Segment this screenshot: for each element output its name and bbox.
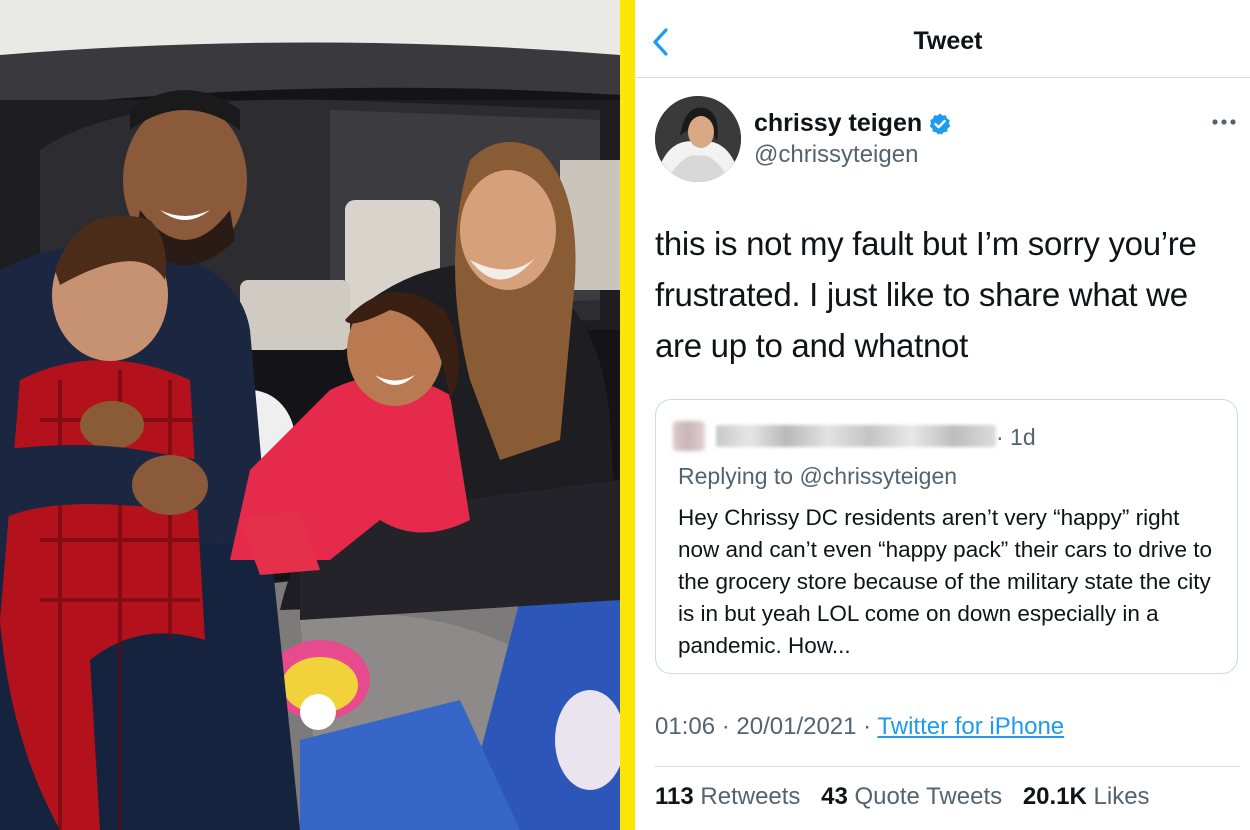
quote-tweets-label: Quote Tweets [854, 783, 1003, 810]
retweets-stat[interactable]: 113 Retweets [655, 783, 800, 810]
retweets-label: Retweets [700, 783, 801, 810]
likes-count: 20.1K [1022, 783, 1087, 810]
author-name-row[interactable]: chrissy teigen [754, 109, 952, 138]
more-horizontal-icon[interactable] [1209, 110, 1239, 134]
author-handle[interactable]: @chrissyteigen [754, 141, 918, 169]
quoted-avatar-blurred [673, 421, 705, 451]
likes-stat[interactable]: 20.1K Likes [1023, 783, 1150, 810]
top-navigation-bar: Tweet [635, 0, 1250, 78]
quoted-replying-to: Replying to @chrissyteigen [678, 463, 958, 489]
tweet-meta: 01:06 · 20/01/2021 · Twitter for iPhone [655, 713, 1064, 741]
yellow-divider [620, 0, 635, 830]
quote-tweets-count: 43 [821, 783, 848, 810]
meta-divider [655, 766, 1240, 767]
author-name[interactable]: chrissy teigen [754, 109, 922, 138]
verified-badge-icon [929, 113, 951, 135]
author-avatar[interactable] [655, 96, 741, 182]
photo-illustration [0, 0, 620, 830]
tweet-text: this is not my fault but I’m sorry you’r… [655, 225, 1197, 364]
page-title: Tweet [913, 27, 983, 55]
quoted-tweet-time: · 1d [996, 424, 1036, 450]
avatar-image [655, 96, 741, 182]
quoted-tweet-card[interactable]: · 1d Replying to @chrissyteigen Hey Chri… [655, 399, 1238, 674]
quoted-tweet-text: Hey Chrissy DC residents aren’t very “ha… [678, 505, 1213, 658]
quote-tweets-stat[interactable]: 43 Quote Tweets [821, 783, 1002, 810]
tweet-stats: 113 Retweets 43 Quote Tweets 20.1K Likes [655, 783, 1150, 811]
tweet-source-link[interactable]: Twitter for iPhone [877, 713, 1064, 740]
family-photo [0, 0, 620, 830]
likes-label: Likes [1093, 783, 1150, 810]
quoted-author-blurred [716, 425, 996, 447]
tweet-timestamp: 01:06 · 20/01/2021 · [655, 713, 878, 740]
retweets-count: 113 [655, 783, 694, 810]
tweet-panel: Tweet chrissy teigen @chrissyteigen this… [635, 0, 1250, 830]
